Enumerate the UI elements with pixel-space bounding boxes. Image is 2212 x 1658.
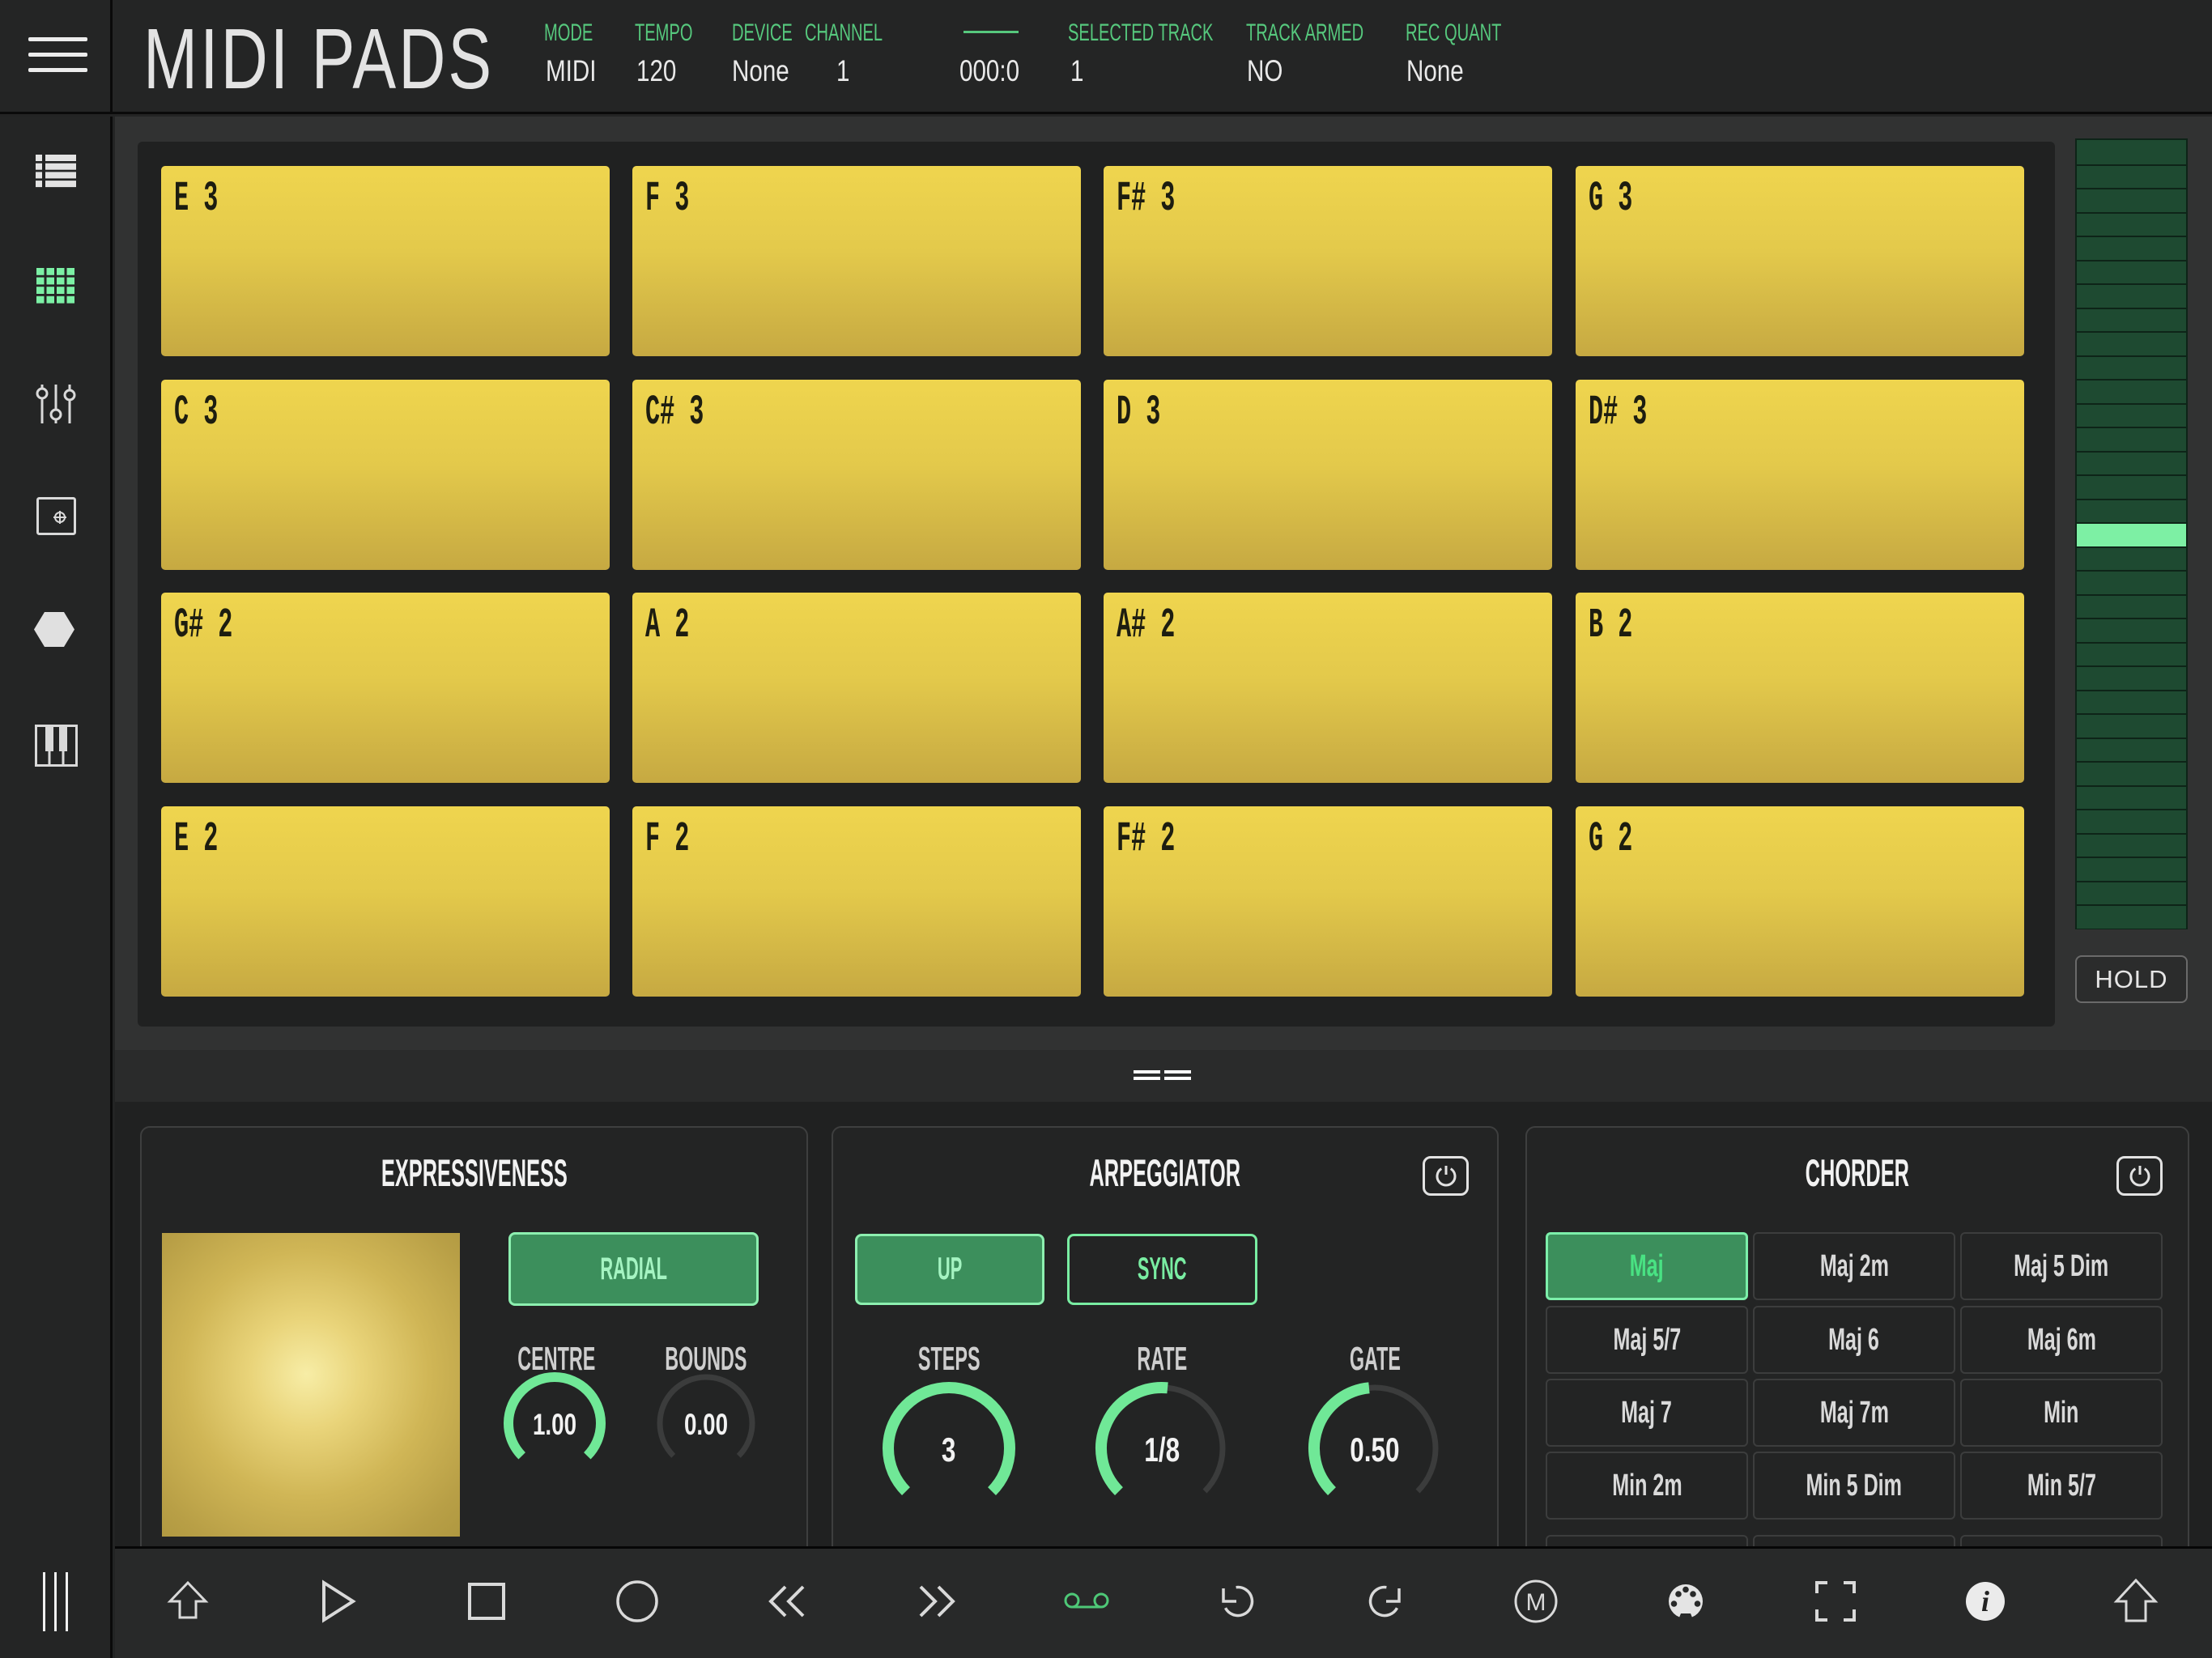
svg-text:M: M [1526,1589,1546,1616]
svg-text:i: i [1981,1585,1989,1618]
